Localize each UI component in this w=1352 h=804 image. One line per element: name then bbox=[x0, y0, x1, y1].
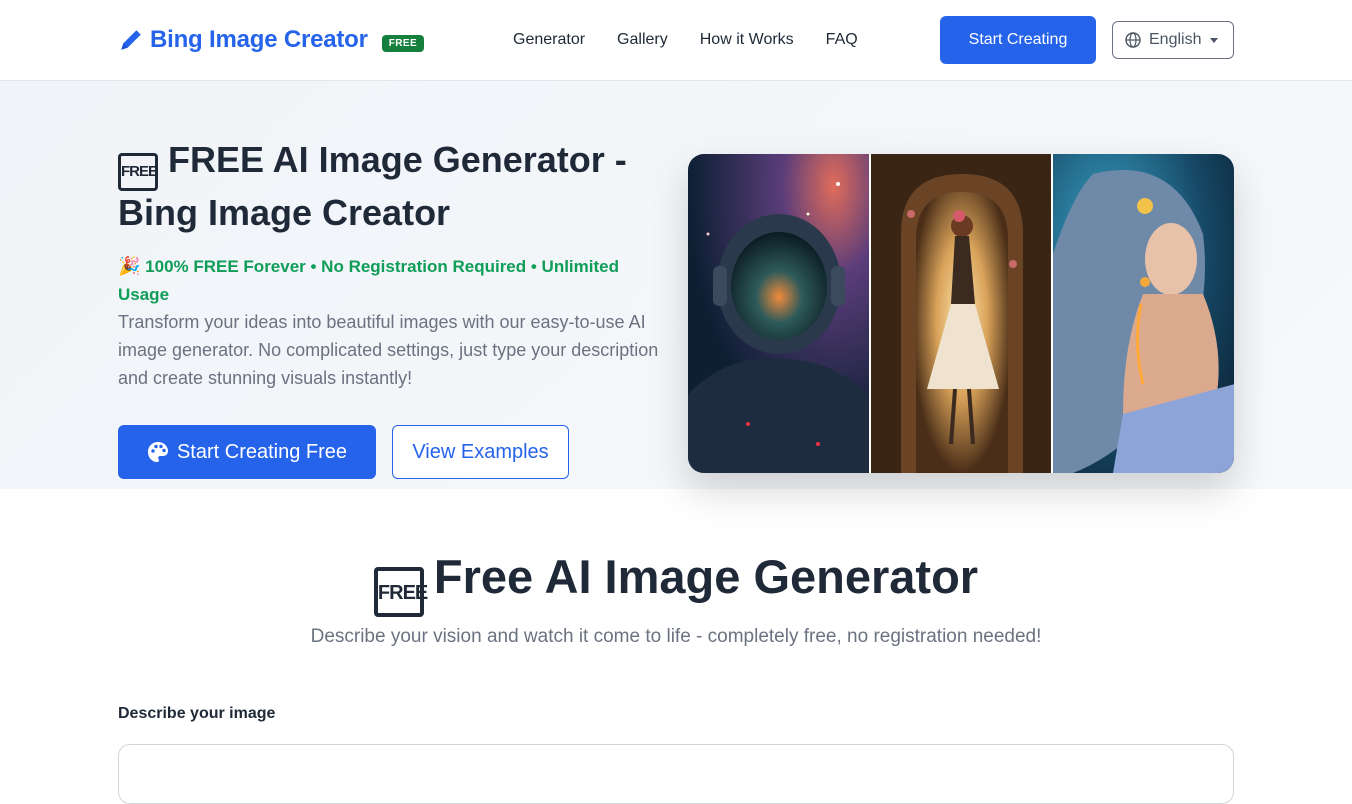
chevron-down-icon bbox=[1210, 37, 1219, 43]
free-emoji-icon: FREE bbox=[373, 567, 428, 617]
pencil-icon bbox=[121, 30, 141, 50]
site-header: Bing Image Creator FREE Generator Galler… bbox=[0, 0, 1352, 81]
hero-title-text: FREE AI Image Generator - Bing Image Cre… bbox=[118, 139, 627, 233]
prompt-label: Describe your image bbox=[118, 705, 276, 722]
globe-icon bbox=[1125, 32, 1141, 48]
party-popper-icon: 🎉 bbox=[118, 256, 141, 276]
hero-description: Transform your ideas into beautiful imag… bbox=[118, 312, 659, 388]
nav-generator[interactable]: Generator bbox=[513, 31, 585, 49]
generator-title: FREE Free AI Image Generator bbox=[0, 549, 1352, 617]
hero-subtitle: 🎉 100% FREE Forever • No Registration Re… bbox=[118, 252, 658, 309]
language-select[interactable]: English bbox=[1112, 21, 1234, 59]
start-creating-button[interactable]: Start Creating bbox=[940, 16, 1096, 64]
palette-icon bbox=[147, 442, 168, 462]
free-emoji-icon: FREE bbox=[118, 153, 158, 191]
nav-how-it-works[interactable]: How it Works bbox=[700, 31, 794, 49]
hero-section: FREE FREE AI Image Generator - Bing Image… bbox=[0, 81, 1352, 489]
free-badge: FREE bbox=[381, 34, 425, 52]
start-creating-free-button[interactable]: Start Creating Free bbox=[118, 425, 376, 479]
woman-doorway-image bbox=[868, 154, 1052, 473]
hero-subtitle-text: 100% FREE Forever • No Registration Requ… bbox=[118, 257, 619, 304]
astronaut-image bbox=[688, 154, 869, 473]
nav-faq[interactable]: FAQ bbox=[826, 31, 858, 49]
brand-name: Bing Image Creator bbox=[150, 26, 368, 53]
hero-gallery bbox=[688, 154, 1234, 473]
main-nav: Generator Gallery How it Works FAQ bbox=[513, 0, 858, 80]
hero-title: FREE FREE AI Image Generator - Bing Image… bbox=[118, 138, 678, 235]
glowing-woman-image bbox=[1051, 154, 1234, 473]
view-examples-button[interactable]: View Examples bbox=[392, 425, 569, 479]
start-creating-free-label: Start Creating Free bbox=[176, 440, 348, 463]
language-label: English bbox=[1149, 31, 1202, 48]
nav-gallery[interactable]: Gallery bbox=[617, 31, 668, 49]
brand-logo[interactable]: Bing Image Creator FREE bbox=[118, 22, 425, 58]
generator-title-text: Free AI Image Generator bbox=[433, 550, 979, 603]
prompt-textarea[interactable] bbox=[118, 744, 1234, 804]
generator-subtitle: Describe your vision and watch it come t… bbox=[310, 626, 1042, 647]
